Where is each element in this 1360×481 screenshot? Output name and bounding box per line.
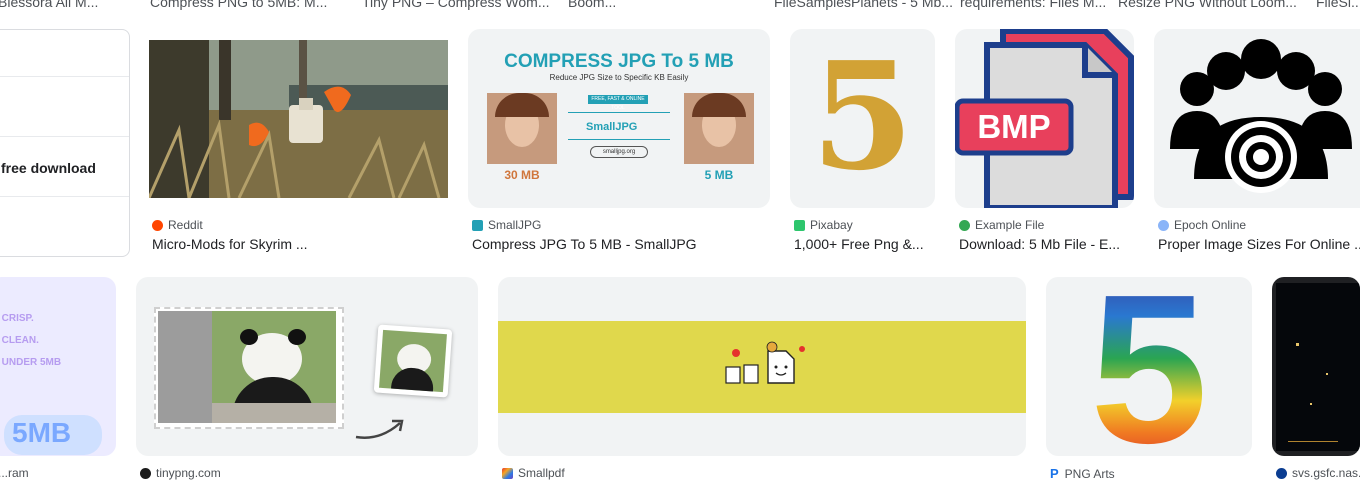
example-file-icon (959, 219, 970, 231)
night-satellite-image (1276, 283, 1360, 451)
result-title[interactable]: Compress PNG to 5MB: M... (150, 0, 327, 10)
smallpdf-icon (502, 467, 513, 479)
result-title[interactable]: Blessora All M... (0, 0, 98, 10)
panda-grayscale (158, 311, 212, 423)
result-title[interactable]: FileSamplesPlanets - 5 Mb... (774, 0, 953, 10)
curved-arrow-icon (355, 419, 404, 439)
tool-tag: FREE, FAST & ONLINE TOOL (588, 95, 648, 111)
source-label: PNG Arts (1064, 466, 1115, 481)
file-characters-icon (725, 341, 805, 384)
result-title[interactable]: requirements: Files M... (960, 0, 1106, 10)
source-label: Epoch Online (1174, 218, 1247, 232)
source-label: Example File (975, 218, 1045, 232)
result-title[interactable]: Compress JPG To 5 MB - SmallJPG (472, 236, 772, 252)
result-source[interactable]: Reddit (152, 218, 203, 232)
image-subheadline: Reduce JPG Size to Specific KB Easily (549, 73, 689, 82)
result-title[interactable]: FileSi... (1316, 0, 1360, 10)
related-search-label: free download (1, 160, 96, 176)
result-title[interactable]: Proper Image Sizes For Online ... (1158, 236, 1360, 252)
image-headline: COMPRESS JPG To 5 MB (504, 51, 734, 72)
reddit-icon (152, 219, 163, 231)
result-image-audience[interactable] (1154, 29, 1360, 208)
url-pill: smalljpg.org (590, 146, 648, 158)
tinypng-panda-icon (140, 467, 151, 479)
result-title[interactable]: Boom... (568, 0, 616, 10)
result-title[interactable]: Micro-Mods for Skyrim ... (152, 236, 448, 252)
size-before: 30 MB (504, 168, 540, 182)
result-source[interactable]: ...ram (0, 466, 29, 480)
result-image-smallpdf[interactable] (498, 277, 1026, 456)
face-photo-right (684, 93, 754, 164)
bmp-label: BMP (977, 108, 1051, 145)
gold-five-glyph: 5 (811, 29, 914, 203)
result-source[interactable]: Epoch Online (1158, 218, 1246, 232)
brand-logo: SmallJPG (586, 121, 638, 133)
rainbow-five-glyph: 5 (1046, 277, 1252, 456)
result-image-night-earth[interactable] (1272, 277, 1360, 456)
nasa-icon (1276, 467, 1287, 479)
result-image-smalljpg[interactable]: COMPRESS JPG To 5 MB Reduce JPG Size to … (468, 29, 770, 208)
png-arts-icon: P (1050, 466, 1059, 481)
source-label: tinypng.com (156, 466, 221, 480)
graphic-line: IT CRISP. (0, 313, 34, 324)
graphic-line: IT CLEAN. (0, 335, 39, 346)
result-title[interactable]: Tiny PNG – Compress Wom... (362, 0, 549, 10)
smalljpg-icon (472, 219, 483, 231)
epoch-online-icon (1158, 219, 1169, 231)
result-source[interactable]: tinypng.com (140, 466, 221, 480)
result-image-panda[interactable] (136, 277, 478, 456)
source-label: SmallJPG (488, 218, 542, 232)
result-source[interactable]: SmallJPG (472, 218, 541, 232)
result-image-bmp-file[interactable]: BMP (955, 29, 1134, 208)
panda-photo (212, 311, 336, 423)
result-source[interactable]: P PNG Arts (1050, 466, 1115, 481)
related-search-item[interactable] (0, 77, 129, 137)
panda-compressed-card (373, 324, 453, 398)
skyrim-scene (149, 40, 448, 198)
smallpdf-banner (498, 321, 1026, 413)
result-title[interactable]: 1,000+ Free Png &... (794, 236, 936, 252)
result-source[interactable]: Smallpdf (502, 466, 565, 480)
related-search-item[interactable]: free download (0, 137, 129, 197)
graphic-line: IT UNDER 5MB (0, 357, 62, 368)
source-label: Pixabay (810, 218, 853, 232)
result-image-gold-five[interactable]: 5 (790, 29, 935, 208)
result-image-skyrim[interactable] (149, 40, 448, 198)
size-after: 5 MB (704, 168, 734, 182)
source-label: ...ram (0, 466, 29, 480)
source-label: svs.gsfc.nas... (1292, 466, 1360, 480)
result-source[interactable]: Example File (959, 218, 1044, 232)
result-title[interactable]: Resize PNG Without Loom... (1118, 0, 1297, 10)
audience-target-icon (1170, 39, 1352, 193)
related-search-item[interactable] (0, 30, 129, 77)
5mb-badge: 5MB (12, 417, 72, 448)
source-label: Reddit (168, 218, 203, 232)
result-image-rainbow-five[interactable]: 5 (1046, 277, 1252, 456)
result-source[interactable]: svs.gsfc.nas... (1276, 466, 1360, 480)
result-title[interactable]: Download: 5 Mb File - E... (959, 236, 1134, 252)
source-label: Smallpdf (518, 466, 565, 480)
pixabay-icon (794, 219, 805, 231)
face-photo-left (487, 93, 557, 164)
related-search-item[interactable] (0, 197, 129, 256)
result-image-5mb-graphic[interactable]: IT CRISP. IT CLEAN. IT UNDER 5MB 5MB (0, 277, 116, 456)
result-source[interactable]: Pixabay (794, 218, 853, 232)
related-searches-panel: free download (0, 29, 130, 257)
